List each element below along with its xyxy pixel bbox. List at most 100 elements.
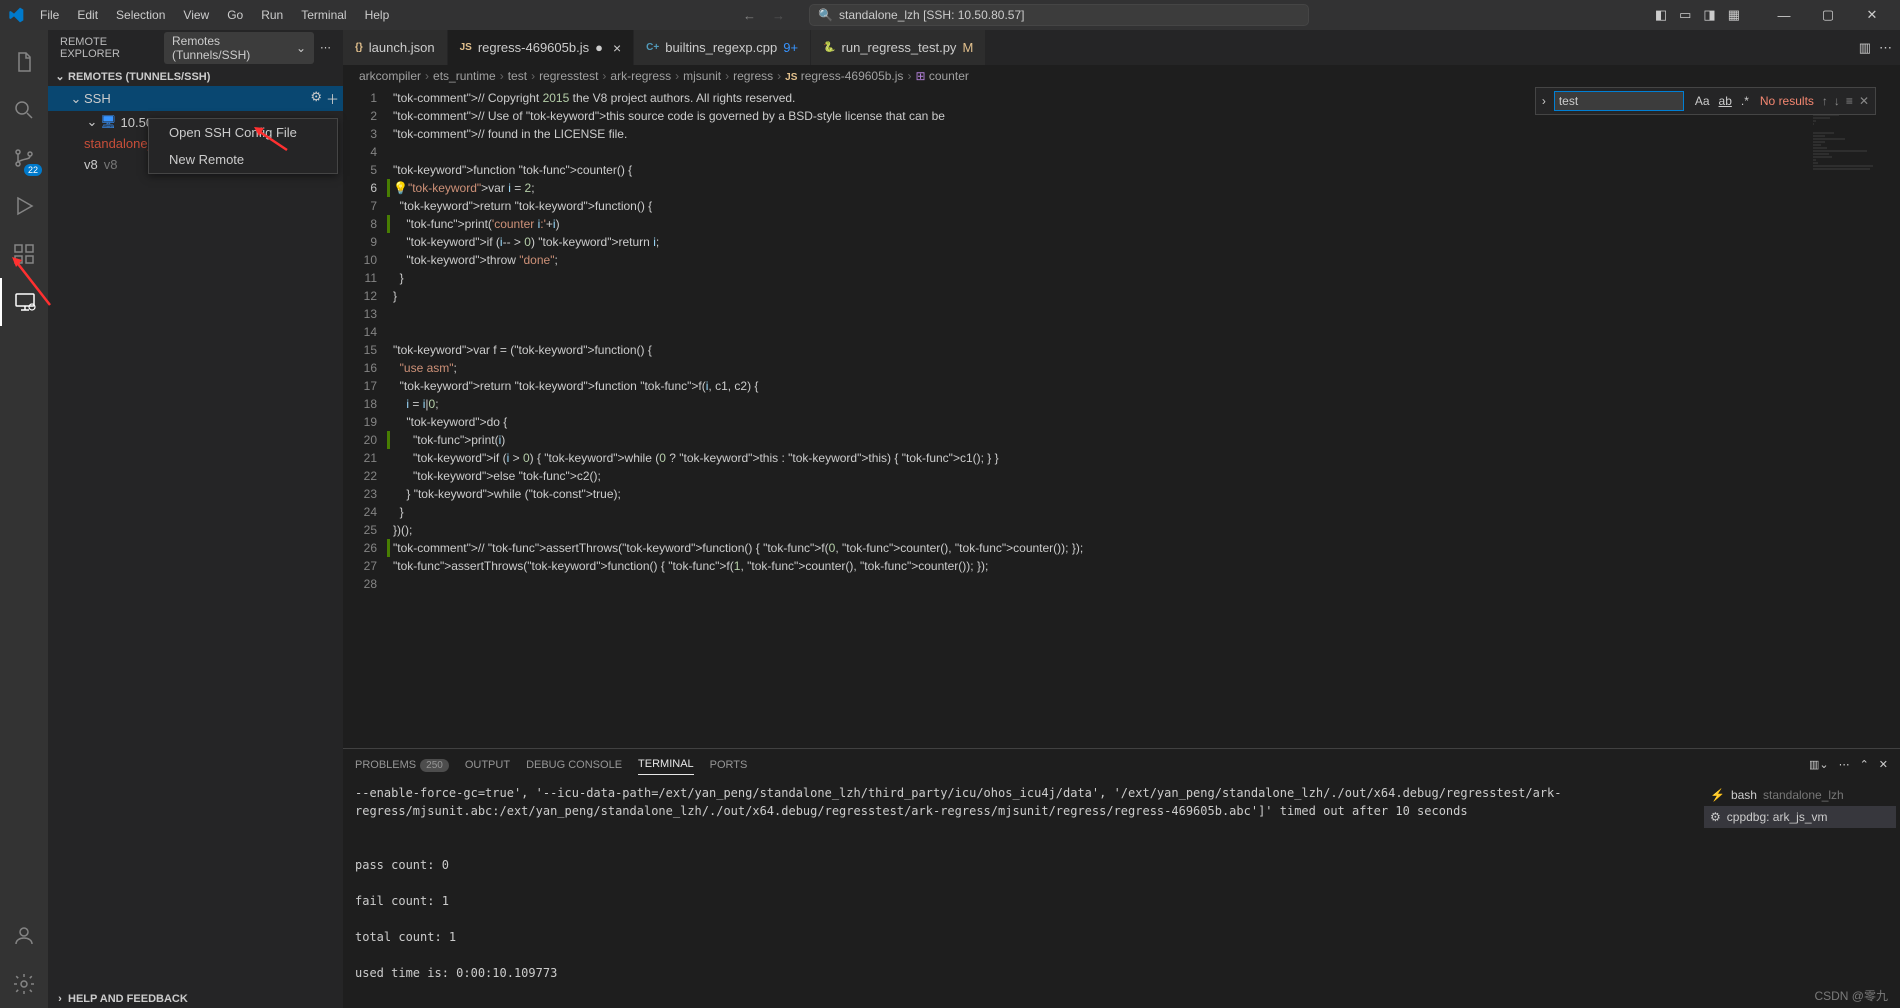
split-icon[interactable]: ▥⌄ bbox=[1809, 758, 1829, 771]
gutter: 1234567891011121314151617181920212223242… bbox=[343, 87, 393, 748]
gear-icon[interactable]: ⚙ bbox=[310, 89, 322, 108]
change-marker bbox=[387, 179, 390, 197]
find-input[interactable] bbox=[1554, 91, 1684, 111]
tab-regress-469605b-js[interactable]: JSregress-469605b.js●× bbox=[448, 30, 635, 65]
vscode-icon bbox=[8, 7, 24, 23]
activity-source-control[interactable]: 22 bbox=[0, 134, 48, 182]
annotation-arrow-icon bbox=[252, 125, 292, 155]
code-editor[interactable]: 1234567891011121314151617181920212223242… bbox=[343, 87, 1900, 748]
context-open-config[interactable]: Open SSH Config File bbox=[149, 119, 337, 146]
regex-icon[interactable]: .* bbox=[1738, 94, 1752, 108]
activity-settings[interactable] bbox=[0, 960, 48, 1008]
command-center[interactable]: 🔍 standalone_lzh [SSH: 10.50.80.57] bbox=[809, 4, 1309, 26]
match-case-icon[interactable]: Aa bbox=[1692, 94, 1713, 108]
menu-terminal[interactable]: Terminal bbox=[293, 4, 354, 26]
panel-tab-debug-console[interactable]: DEBUG CONSOLE bbox=[526, 755, 622, 775]
menu-run[interactable]: Run bbox=[253, 4, 291, 26]
plus-icon[interactable]: ＋ bbox=[326, 89, 339, 108]
minimap[interactable] bbox=[1810, 87, 1900, 748]
breadcrumb-item[interactable]: mjsunit bbox=[683, 69, 721, 83]
panel-tab-output[interactable]: OUTPUT bbox=[465, 755, 510, 775]
find-widget: › Aa ab .* No results ↑ ↓ ≡ ✕ bbox=[1535, 87, 1876, 115]
tab-builtins-regexp-cpp[interactable]: C+builtins_regexp.cpp9+ bbox=[634, 30, 811, 65]
activity-debug[interactable] bbox=[0, 182, 48, 230]
close-icon[interactable]: × bbox=[613, 40, 621, 56]
menu-file[interactable]: File bbox=[32, 4, 67, 26]
close-icon[interactable]: ✕ bbox=[1879, 758, 1888, 771]
annotation-arrow-icon bbox=[10, 255, 60, 315]
chevron-down-icon: ⌄ bbox=[84, 114, 100, 130]
breadcrumb-item[interactable]: regress bbox=[733, 69, 773, 83]
section-help[interactable]: › HELP AND FEEDBACK bbox=[48, 990, 343, 1008]
menu-view[interactable]: View bbox=[175, 4, 217, 26]
change-marker bbox=[387, 431, 390, 449]
activity-explorer[interactable] bbox=[0, 38, 48, 86]
file-icon: JS bbox=[460, 42, 472, 53]
tab-run-regress-test-py[interactable]: 🐍run_regress_test.pyM bbox=[811, 30, 986, 65]
breadcrumb-item[interactable]: ets_runtime bbox=[433, 69, 496, 83]
layout-grid-icon[interactable]: ▦ bbox=[1728, 7, 1740, 23]
chevron-up-icon[interactable]: ⌃ bbox=[1860, 758, 1869, 771]
activity-search[interactable] bbox=[0, 86, 48, 134]
breadcrumb-item[interactable]: arkcompiler bbox=[359, 69, 421, 83]
sidebar-title: REMOTE EXPLORER bbox=[60, 36, 164, 60]
layout-right-icon[interactable]: ◨ bbox=[1703, 7, 1715, 23]
titlebar: File Edit Selection View Go Run Terminal… bbox=[0, 0, 1900, 30]
more-icon[interactable]: ⋯ bbox=[1839, 758, 1850, 771]
terminal-item[interactable]: ⚙cppdbg: ark_js_vm bbox=[1704, 806, 1896, 828]
split-icon[interactable]: ▥ bbox=[1859, 40, 1871, 56]
find-result: No results bbox=[1760, 94, 1814, 108]
lightbulb-icon[interactable]: 💡 bbox=[393, 181, 408, 195]
close-icon[interactable]: ✕ bbox=[1859, 94, 1869, 108]
account-icon bbox=[12, 924, 36, 948]
code-content[interactable]: "tok-comment">// Copyright 2015 the V8 p… bbox=[393, 87, 1810, 748]
sidebar-header: REMOTE EXPLORER Remotes (Tunnels/SSH) ⌄ … bbox=[48, 30, 343, 65]
chevron-down-icon: ⌄ bbox=[52, 70, 68, 83]
breadcrumb-item[interactable]: ark-regress bbox=[610, 69, 671, 83]
menu-help[interactable]: Help bbox=[357, 4, 398, 26]
close-window-button[interactable]: ✕ bbox=[1852, 1, 1892, 29]
breadcrumb-item[interactable]: regresstest bbox=[539, 69, 598, 83]
terminal-icon: ⚡ bbox=[1710, 788, 1725, 802]
file-icon: C+ bbox=[646, 42, 659, 53]
chevron-right-icon: › bbox=[52, 993, 68, 1005]
minimize-button[interactable]: — bbox=[1764, 1, 1804, 29]
nav-back-icon[interactable]: ← bbox=[743, 8, 756, 23]
file-icon: 🐍 bbox=[823, 42, 835, 53]
layout-bottom-icon[interactable]: ▭ bbox=[1679, 7, 1691, 23]
tree-ssh[interactable]: ⌄ SSH ⚙ ＋ bbox=[48, 86, 343, 111]
more-icon[interactable]: ⋯ bbox=[320, 41, 331, 54]
chevron-right-icon[interactable]: › bbox=[1542, 94, 1546, 108]
find-menu-icon[interactable]: ≡ bbox=[1846, 94, 1853, 108]
terminal-item[interactable]: ⚡bash standalone_lzh bbox=[1704, 784, 1896, 806]
maximize-button[interactable]: ▢ bbox=[1808, 1, 1848, 29]
menu-selection[interactable]: Selection bbox=[108, 4, 173, 26]
context-menu: Open SSH Config File New Remote bbox=[148, 118, 338, 174]
panel-tab-terminal[interactable]: TERMINAL bbox=[638, 754, 694, 775]
breadcrumb-item[interactable]: JS regress-469605b.js bbox=[785, 69, 903, 83]
more-icon[interactable]: ⋯ bbox=[1879, 40, 1892, 56]
file-icon: {} bbox=[355, 42, 363, 53]
titlebar-center: ← → 🔍 standalone_lzh [SSH: 10.50.80.57] bbox=[397, 4, 1655, 26]
prev-match-icon[interactable]: ↑ bbox=[1822, 94, 1828, 108]
search-icon: 🔍 bbox=[818, 8, 833, 22]
activity-account[interactable] bbox=[0, 912, 48, 960]
breadcrumb[interactable]: arkcompiler›ets_runtime›test›regresstest… bbox=[343, 65, 1900, 87]
context-new-remote[interactable]: New Remote bbox=[149, 146, 337, 173]
panel-tab-ports[interactable]: PORTS bbox=[710, 755, 748, 775]
section-remotes[interactable]: ⌄ REMOTES (TUNNELS/SSH) bbox=[48, 67, 343, 86]
play-icon bbox=[12, 194, 36, 218]
remote-select[interactable]: Remotes (Tunnels/SSH) ⌄ bbox=[164, 32, 314, 64]
menu-edit[interactable]: Edit bbox=[69, 4, 106, 26]
next-match-icon[interactable]: ↓ bbox=[1834, 94, 1840, 108]
breadcrumb-item[interactable]: test bbox=[508, 69, 527, 83]
gear-icon bbox=[12, 972, 36, 996]
terminal-output[interactable]: --enable-force-gc=true', '--icu-data-pat… bbox=[343, 780, 1700, 1008]
layout-left-icon[interactable]: ◧ bbox=[1655, 7, 1667, 23]
breadcrumb-item[interactable]: ⊞ counter bbox=[915, 69, 968, 83]
menu-go[interactable]: Go bbox=[219, 4, 251, 26]
match-word-icon[interactable]: ab bbox=[1716, 94, 1735, 108]
nav-forward-icon[interactable]: → bbox=[772, 8, 785, 23]
panel-tab-problems[interactable]: PROBLEMS250 bbox=[355, 755, 449, 775]
tab-launch-json[interactable]: {}launch.json bbox=[343, 30, 448, 65]
